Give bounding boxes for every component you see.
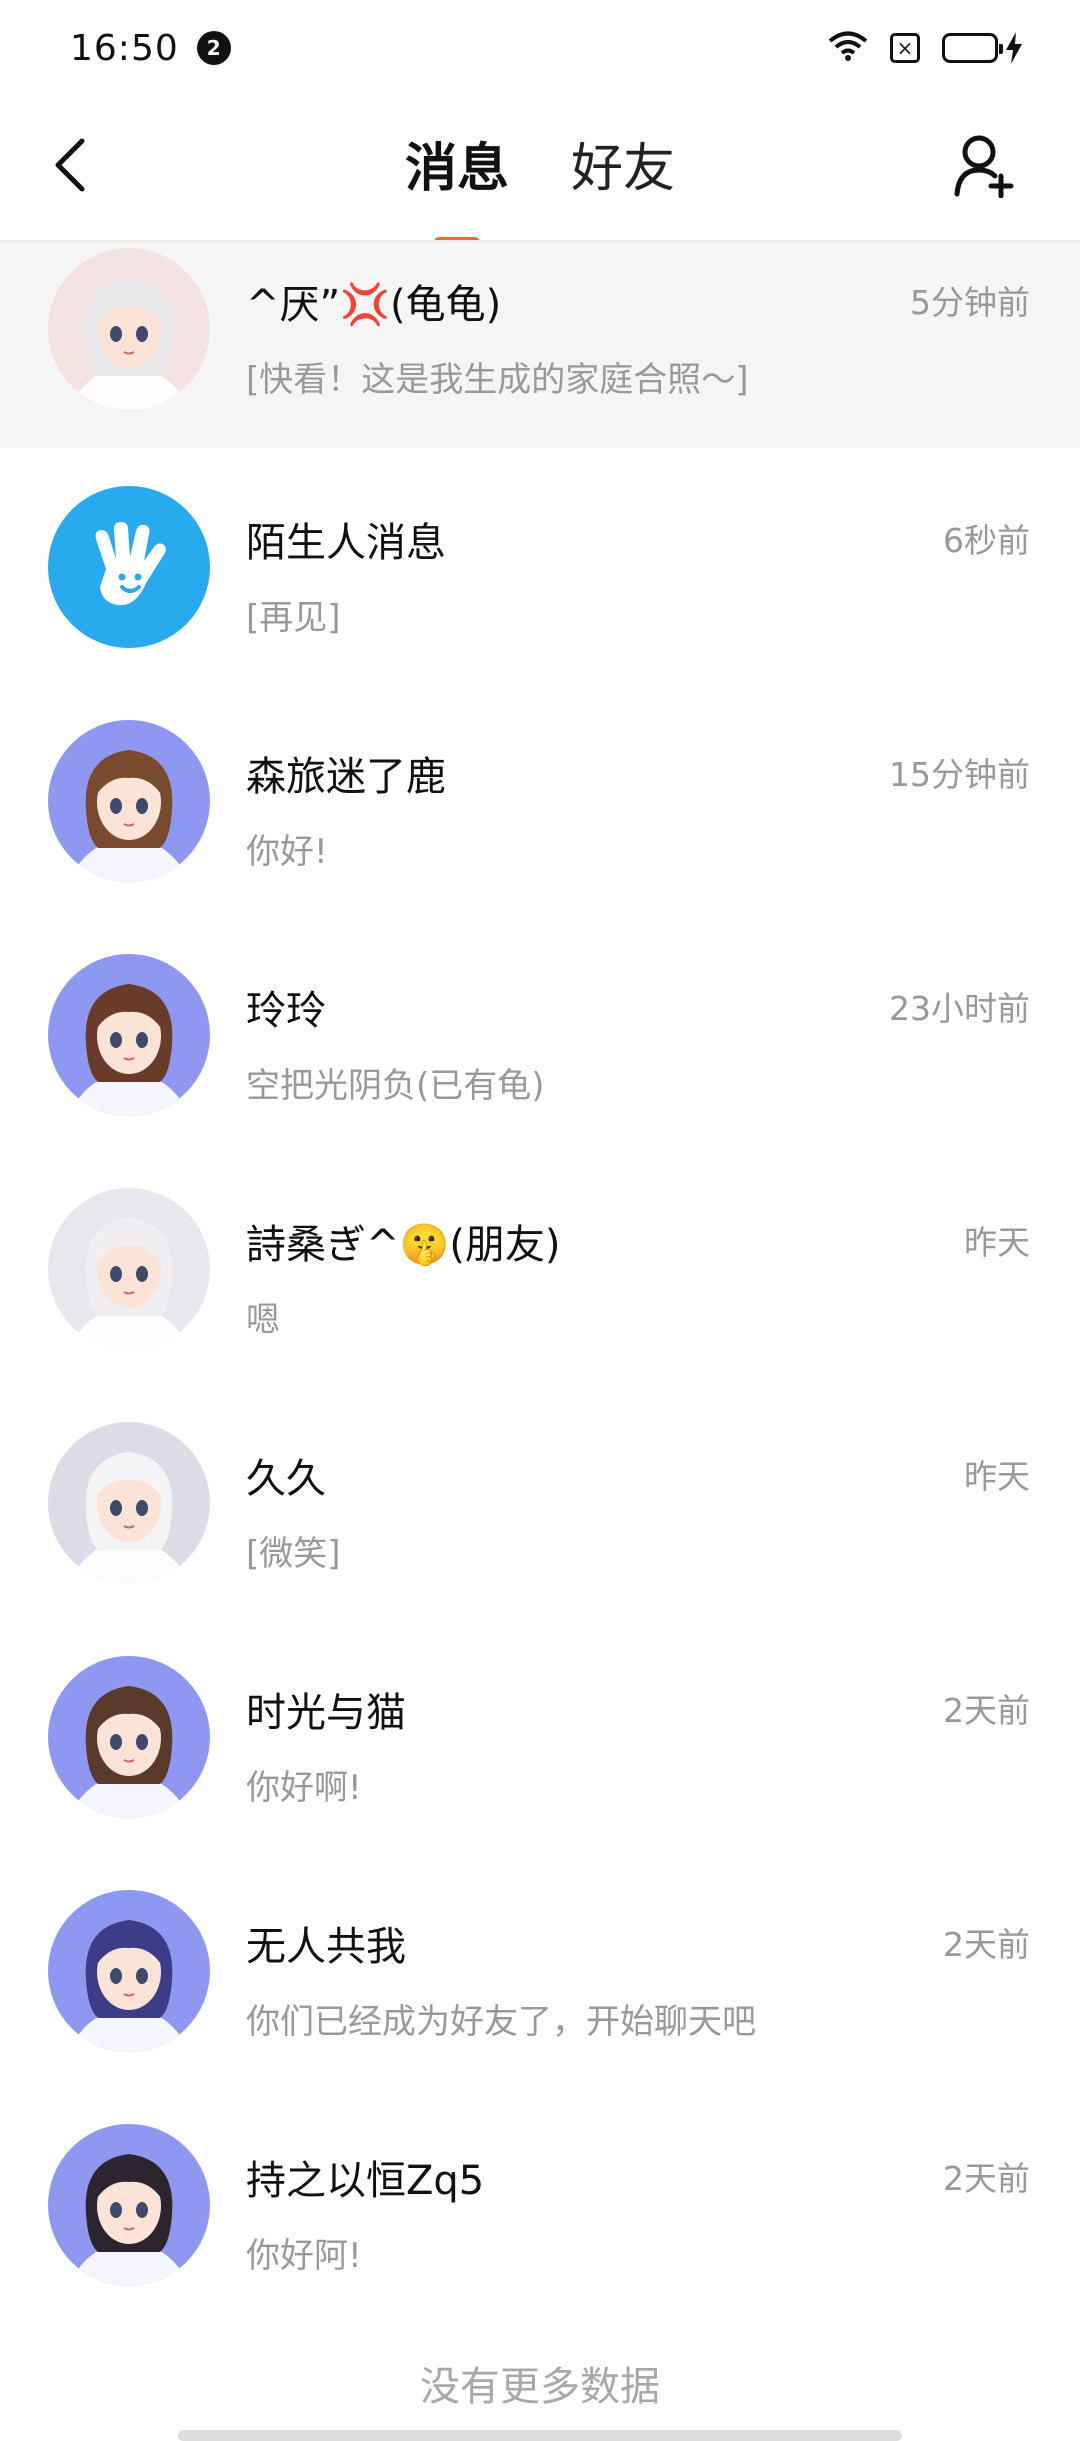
- contact-name: 持之以恒Zq5: [246, 2158, 485, 2204]
- message-timestamp: 昨天: [964, 1457, 1030, 1496]
- message-preview: [快看！这是我生成的家庭合照～]: [246, 360, 749, 400]
- avatar[interactable]: [48, 954, 210, 1116]
- home-indicator-bar[interactable]: [178, 2430, 902, 2441]
- avatar[interactable]: [48, 720, 210, 882]
- tab-bar: 消息 好友: [0, 126, 1080, 247]
- conversation-text: 持之以恒Zq5 你好阿!: [246, 2148, 1032, 2277]
- notification-badge: 2: [196, 31, 231, 65]
- conversation-item[interactable]: 詩桑ぎ^🤫(朋友) 嗯 昨天: [0, 1150, 1080, 1384]
- conversation-text: 久久 [微笑]: [246, 1446, 1032, 1575]
- conversation-item[interactable]: ^厌”💢(龟龟) [快看！这是我生成的家庭合照～] 5分钟前: [0, 242, 1080, 448]
- message-preview: 你们已经成为好友了，开始聊天吧: [246, 2002, 756, 2042]
- conversation-item[interactable]: 陌生人消息 [再见] 6秒前: [0, 448, 1080, 682]
- conversation-item[interactable]: 久久 [微笑] 昨天: [0, 1384, 1080, 1618]
- message-preview: [再见]: [246, 598, 341, 638]
- message-timestamp: 23小时前: [889, 989, 1030, 1028]
- message-preview: 你好阿!: [246, 2236, 362, 2276]
- battery-icon: [942, 31, 1024, 65]
- message-timestamp: 2天前: [943, 1925, 1030, 1964]
- message-timestamp: 5分钟前: [910, 283, 1030, 322]
- tab-friends[interactable]: 好友: [565, 126, 681, 201]
- conversation-list: ^厌”💢(龟龟) [快看！这是我生成的家庭合照～] 5分钟前 陌生人消息 [再见] 6秒前…: [0, 242, 1080, 2320]
- message-preview: 你好!: [246, 832, 328, 872]
- conversation-text: 无人共我你们已经成为好友了，开始聊天吧: [246, 1914, 1032, 2043]
- status-time: 16:50: [70, 27, 179, 69]
- contact-name: 久久: [246, 1456, 326, 1502]
- no-sim-icon: ×: [890, 33, 920, 63]
- conversation-item[interactable]: 持之以恒Zq5 你好阿! 2天前: [0, 2086, 1080, 2320]
- message-preview: [微笑]: [246, 1534, 341, 1574]
- add-friend-button[interactable]: [950, 130, 1020, 200]
- avatar[interactable]: [48, 1188, 210, 1350]
- conversation-item[interactable]: 无人共我 你们已经成为好友了，开始聊天吧 2天前: [0, 1852, 1080, 2086]
- contact-name: 时光与猫: [246, 1690, 406, 1736]
- message-preview: 嗯: [246, 1300, 280, 1340]
- conversation-text: 詩桑ぎ^🤫(朋友) 嗯: [246, 1212, 1032, 1341]
- conversation-item[interactable]: 时光与猫 你好啊! 2天前: [0, 1618, 1080, 1852]
- status-bar: 16:50 2 ×: [0, 0, 1080, 96]
- message-timestamp: 2天前: [943, 1691, 1030, 1730]
- status-icons: ×: [828, 30, 1024, 66]
- conversation-item[interactable]: 玲玲 空把光阴负(已有龟) 23小时前: [0, 916, 1080, 1150]
- message-preview: 空把光阴负(已有龟): [246, 1066, 545, 1106]
- top-nav-bar: 消息 好友: [0, 96, 1080, 247]
- message-timestamp: 15分钟前: [889, 755, 1030, 794]
- message-preview: 你好啊!: [246, 1768, 362, 1808]
- contact-name: 陌生人消息: [246, 520, 446, 566]
- add-user-icon: [954, 135, 1014, 198]
- contact-name: 无人共我: [246, 1924, 406, 1970]
- avatar[interactable]: [48, 2124, 210, 2286]
- avatar[interactable]: [48, 1422, 210, 1584]
- stranger-hand-icon[interactable]: [48, 486, 210, 648]
- conversation-item[interactable]: 森旅迷了鹿 你好! 15分钟前: [0, 682, 1080, 916]
- message-timestamp: 昨天: [964, 1223, 1030, 1262]
- avatar[interactable]: [48, 1890, 210, 2052]
- tab-friends-label: 好友: [571, 139, 676, 199]
- tab-messages-label: 消息: [404, 139, 509, 199]
- avatar[interactable]: [48, 1656, 210, 1818]
- conversation-text: 时光与猫你好啊!: [246, 1680, 1032, 1809]
- contact-name: 詩桑ぎ^🤫(朋友): [246, 1222, 561, 1268]
- avatar[interactable]: [48, 248, 210, 410]
- conversation-text: 陌生人消息 [再见]: [246, 510, 1032, 639]
- no-more-data-label: 没有更多数据: [420, 2364, 660, 2410]
- tab-messages[interactable]: 消息: [399, 126, 515, 247]
- message-timestamp: 2天前: [943, 2159, 1030, 2198]
- message-timestamp: 6秒前: [943, 521, 1030, 560]
- wifi-icon: [828, 30, 868, 66]
